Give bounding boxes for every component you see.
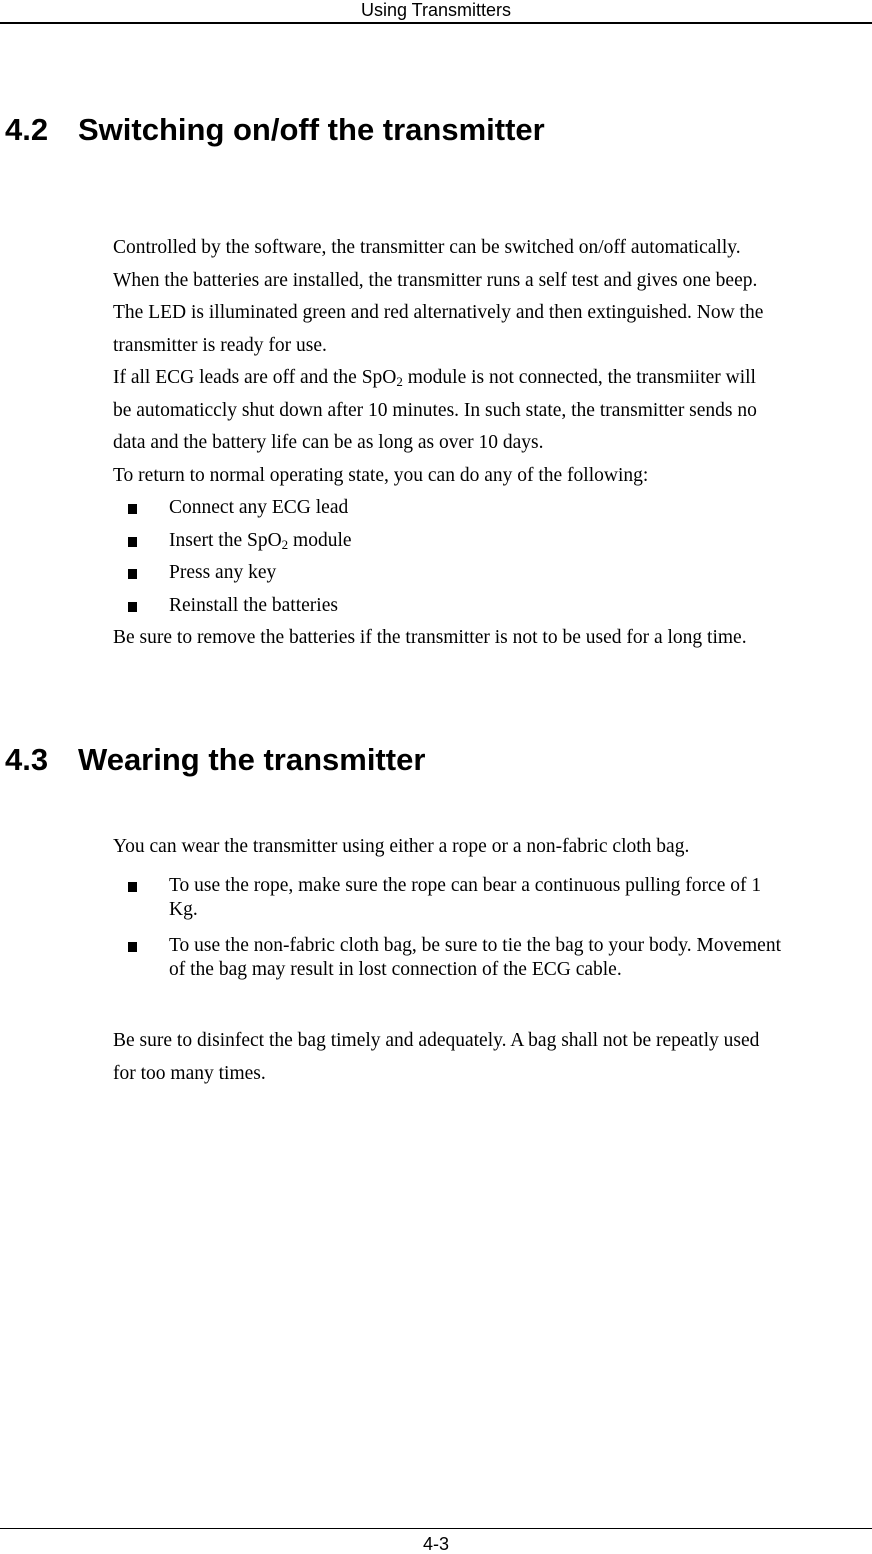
text-line: Controlled by the software, the transmit… [113, 237, 741, 258]
list-item: To use the rope, make sure the rope can … [113, 874, 863, 922]
square-bullet-icon [128, 504, 137, 514]
list-item-text: To use the rope, make sure the rope can … [169, 875, 762, 896]
section-heading-4-3: 4.3 Wearing the transmitter [5, 742, 425, 778]
list-item-text: module [288, 529, 352, 551]
resume-options-list: Connect any ECG lead Insert the SpO2 mod… [113, 492, 863, 622]
list-item-text: Connect any ECG lead [169, 497, 349, 518]
text-line: You can wear the transmitter using eithe… [113, 836, 690, 857]
text-line: be automaticcly shut down after 10 minut… [113, 399, 757, 421]
text-line: data and the battery life can be as long… [113, 432, 544, 453]
text-line: for too many times. [113, 1062, 266, 1084]
section-number: 4.3 [5, 742, 49, 777]
running-header: Using Transmitters [360, 0, 512, 20]
square-bullet-icon [128, 536, 137, 547]
intro-paragraph: Controlled by the software, the transmit… [113, 232, 858, 492]
section-heading-4-2: 4.2 Switching on/off the transmitter [5, 112, 545, 148]
text-line: When the batteries are installed, the tr… [113, 269, 758, 291]
text-line: transmitter is ready for use. [113, 334, 327, 356]
list-item-text: Kg. [169, 899, 198, 920]
list-item: Insert the SpO2 module [113, 525, 863, 558]
square-bullet-icon [128, 882, 137, 892]
closing-paragraph: Be sure to remove the batteries if the t… [113, 622, 858, 655]
list-item-text: Reinstall the batteries [169, 594, 338, 616]
section-title: Switching on/off the transmitter [78, 112, 545, 147]
list-item-text: Insert the SpO [169, 529, 282, 551]
page-number: 4-3 [422, 1534, 449, 1554]
list-item: Reinstall the batteries [113, 590, 863, 623]
list-item: Press any key [113, 557, 863, 590]
section-title: Wearing the transmitter [78, 742, 426, 777]
list-item: Connect any ECG lead [113, 492, 863, 525]
list-item-text: of the bag may result in lost connection… [169, 959, 622, 980]
text-segment: If all ECG leads are off and the SpO [113, 367, 397, 388]
text-line: If all ECG leads are off and the SpO2 mo… [113, 362, 858, 395]
text-line: To return to normal operating state, you… [113, 464, 649, 486]
header-divider [0, 22, 872, 24]
text-line: Be sure to remove the batteries if the t… [113, 627, 747, 648]
text-segment: module is not connected, the transmiiter… [402, 367, 756, 388]
square-bullet-icon [128, 569, 137, 579]
square-bullet-icon [128, 942, 137, 952]
wearing-intro: You can wear the transmitter using eithe… [113, 831, 858, 864]
square-bullet-icon [128, 601, 137, 612]
text-line: Be sure to disinfect the bag timely and … [113, 1030, 760, 1051]
list-item-text: Press any key [169, 562, 277, 583]
text-line: The LED is illuminated green and red alt… [113, 302, 764, 323]
list-item: To use the non-fabric cloth bag, be sure… [113, 934, 863, 982]
wearing-options-list: To use the rope, make sure the rope can … [113, 874, 863, 982]
footer-divider [0, 1528, 872, 1529]
disinfect-paragraph: Be sure to disinfect the bag timely and … [113, 1025, 858, 1090]
section-number: 4.2 [5, 112, 49, 147]
list-item-text: To use the non-fabric cloth bag, be sure… [169, 935, 782, 956]
